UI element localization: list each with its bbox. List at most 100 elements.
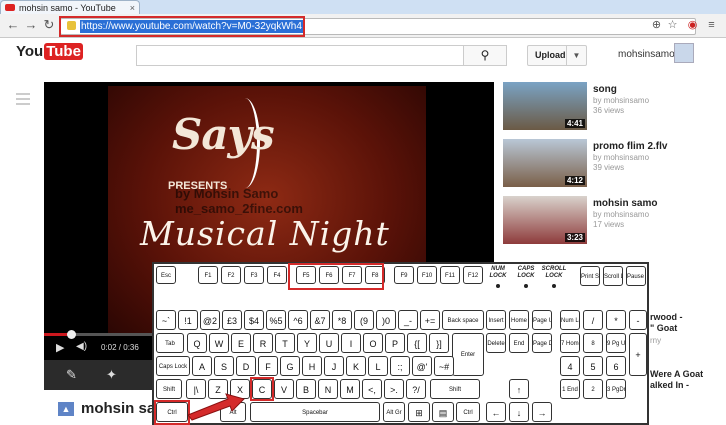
key-np-r3-2: 3 PgDn	[606, 379, 626, 399]
tab-title: mohsin samo - YouTube	[19, 2, 116, 13]
forward-icon[interactable]: →	[24, 18, 38, 32]
key-z-7: M	[340, 379, 360, 399]
key-enter: Enter	[452, 333, 484, 376]
key-a-1: S	[214, 356, 234, 376]
led-label-1: CAPS LOCK	[517, 266, 535, 279]
key-z-8: <,	[362, 379, 382, 399]
suggestion-views-2: 39 views	[593, 163, 625, 172]
key-num-1: !1	[178, 310, 198, 330]
key-num-lock: Num Lock	[560, 310, 580, 330]
suggestion-title-5-partial[interactable]: Were A Goat	[650, 369, 703, 379]
led-indicator-2	[552, 284, 556, 288]
key-np-r2-2: 6	[606, 356, 626, 376]
key-num-0: ~`	[156, 310, 176, 330]
key-f2: F2	[221, 266, 241, 284]
suggestion-author-2[interactable]: by mohsinsamo	[593, 153, 649, 162]
logo-tube: Tube	[44, 43, 83, 60]
logo-you: You	[16, 43, 44, 60]
pencil-icon[interactable]: ✎	[66, 367, 77, 383]
suggestion-thumbnail-2[interactable]: 4:12	[503, 139, 587, 187]
key-f11: F11	[440, 266, 460, 284]
c-key-highlight	[250, 377, 274, 401]
red-arrow-icon	[187, 393, 245, 421]
suggestion-views-1: 36 views	[593, 106, 625, 115]
key-num-5: %5	[266, 310, 286, 330]
key-num-4: $4	[244, 310, 264, 330]
key-np-r1-1: 8	[583, 333, 603, 353]
key-num-6: ^6	[288, 310, 308, 330]
key-tab: Tab	[156, 333, 184, 353]
suggestion-title-2[interactable]: promo flim 2.flv	[593, 141, 667, 152]
guide-menu-icon[interactable]	[16, 93, 30, 105]
key-q-6: U	[319, 333, 339, 353]
key-np-r3-1: 2	[583, 379, 603, 399]
key-esc: Esc	[156, 266, 176, 284]
suggestion-author-4-partial: rny	[650, 336, 662, 345]
key-a-2: D	[236, 356, 256, 376]
search-button[interactable]: ⚲	[463, 45, 507, 66]
suggestion-title-1[interactable]: song	[593, 84, 617, 95]
suggestion-author-1[interactable]: by mohsinsamo	[593, 96, 649, 105]
avatar[interactable]	[674, 43, 694, 63]
key-a-0: A	[192, 356, 212, 376]
key-num-12: +=	[420, 310, 440, 330]
youtube-logo[interactable]: You Tube	[16, 43, 83, 65]
frame-title-text: Musical Night	[140, 214, 390, 253]
suggestion-author-3[interactable]: by mohsinsamo	[593, 210, 649, 219]
suggestion-title-3[interactable]: mohsin samo	[593, 198, 657, 209]
key-right-arrow: →	[532, 402, 552, 422]
zoom-icon[interactable]: ⊕	[650, 19, 663, 32]
suggestion-thumbnail-3[interactable]: 3:23	[503, 196, 587, 244]
frame-says-text: Says	[172, 110, 275, 159]
key-z-9: >.	[384, 379, 404, 399]
key-f1: F1	[198, 266, 218, 284]
extension-icon[interactable]: ◉	[686, 19, 699, 32]
frame-watermark: by Mohsin Samo me_samo_2fine.com	[175, 186, 303, 216]
scrub-handle[interactable]	[67, 330, 76, 339]
suggestion-title-4-partial[interactable]: rwood -	[650, 312, 683, 322]
key-q-0: Q	[187, 333, 207, 353]
key-q-2: E	[231, 333, 251, 353]
browser-tab[interactable]: mohsin samo - YouTube ×	[0, 0, 140, 14]
key-np-multiply: *	[606, 310, 626, 330]
back-icon[interactable]: ←	[6, 18, 20, 32]
key-np-r1-0: 7 Home	[560, 333, 580, 353]
key-q-9: P	[385, 333, 405, 353]
username[interactable]: mohsinsamo	[618, 49, 675, 60]
key-menu: ▤	[432, 402, 454, 422]
key-np-r2-0: 4	[560, 356, 580, 376]
key-shift-right: Shift	[430, 379, 480, 399]
suggestion-title-4-partial-2[interactable]: " Goat	[650, 323, 677, 333]
key-down-arrow: ↓	[509, 402, 529, 422]
key-num-10: )0	[376, 310, 396, 330]
key-f4: F4	[267, 266, 287, 284]
channel-icon[interactable]: ▲	[58, 402, 74, 416]
key-page-up: Page Up	[532, 310, 552, 330]
key-home: Home	[509, 310, 529, 330]
key-q-7: I	[341, 333, 361, 353]
key-q-3: R	[253, 333, 273, 353]
key-num-7: &7	[310, 310, 330, 330]
play-icon[interactable]: ▶	[56, 341, 64, 354]
volume-icon[interactable]: ◀)	[76, 341, 87, 352]
key-a-6: J	[324, 356, 344, 376]
magic-wand-icon[interactable]: ✦	[106, 367, 117, 383]
key-f3: F3	[244, 266, 264, 284]
duration-badge: 4:41	[564, 119, 585, 128]
suggestion-title-5-partial-2[interactable]: alked In -	[650, 380, 689, 390]
suggestion-thumbnail-1[interactable]: 4:41	[503, 82, 587, 130]
key-caps-lock: Caps Lock	[156, 356, 190, 376]
key-z-5: B	[296, 379, 316, 399]
upload-menu-chevron-icon[interactable]: ▼	[566, 46, 586, 65]
key-num-11: _-	[398, 310, 418, 330]
menu-icon[interactable]: ≡	[705, 19, 718, 32]
reload-icon[interactable]: ↻	[42, 18, 56, 32]
search-input[interactable]	[136, 45, 464, 66]
star-icon[interactable]: ☆	[666, 19, 679, 32]
youtube-favicon-icon	[5, 4, 15, 11]
tab-close-icon[interactable]: ×	[130, 3, 135, 13]
key-ctrl-right: Ctrl	[456, 402, 480, 422]
key-pause: Pause Break	[626, 266, 646, 286]
key-z-6: N	[318, 379, 338, 399]
duration-badge: 3:23	[564, 233, 585, 242]
